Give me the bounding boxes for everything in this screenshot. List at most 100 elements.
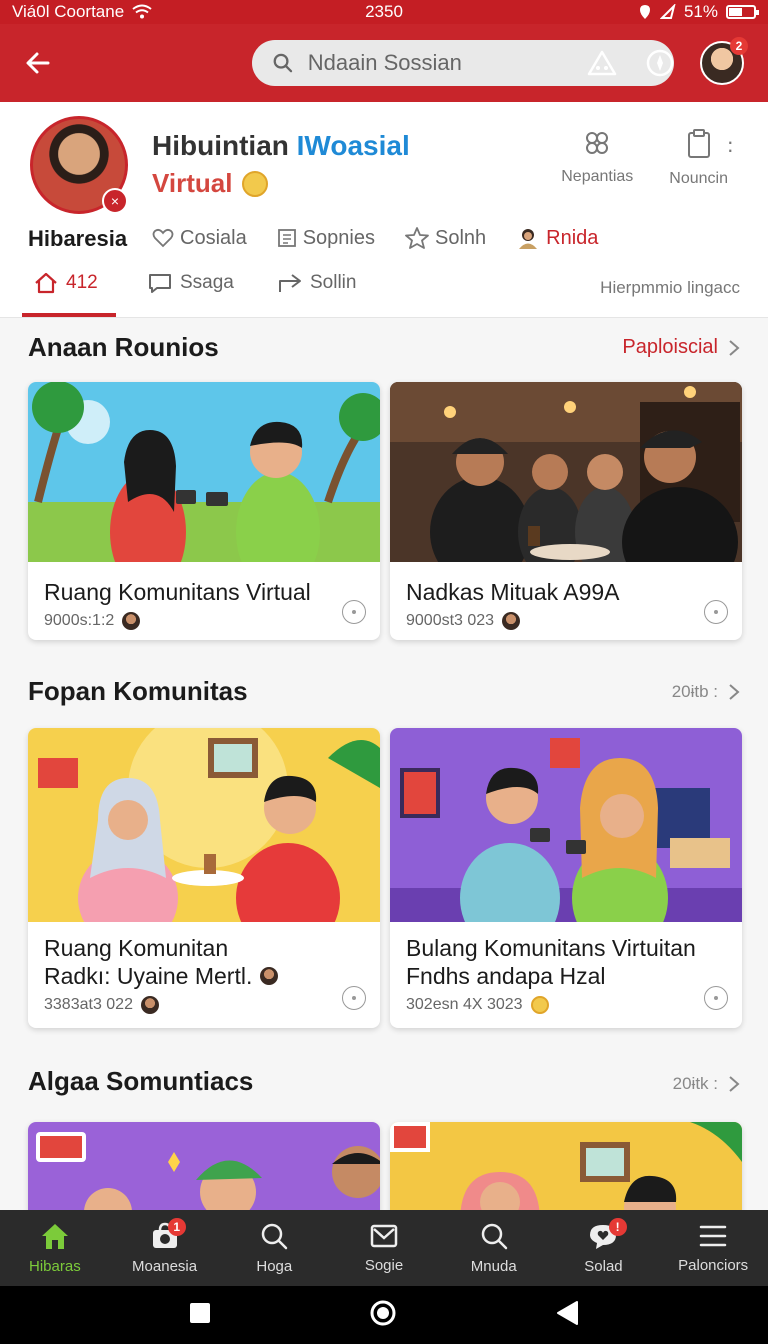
nouncin-label: Nouncin (669, 170, 728, 187)
chevron-right-icon (729, 684, 740, 700)
card-image (28, 382, 380, 562)
nav-label: Palonciors (678, 1256, 749, 1274)
avatar (122, 612, 141, 630)
mail-icon (370, 1224, 398, 1247)
chip-label: Solnh (434, 226, 487, 249)
carrier-name: Viá0l Coortane (12, 2, 125, 21)
section-link[interactable]: 20ɨtk : (673, 1074, 740, 1094)
card-action-button[interactable] (704, 600, 728, 624)
nav-moanesia[interactable]: 1 Moanesia (110, 1210, 220, 1286)
profile-header: × Hibuintian IWoasial Virtual Nepantias … (0, 102, 768, 318)
signal-icon (659, 4, 676, 19)
card-meta: 9000s:1:2 (28, 612, 380, 630)
community-card[interactable] (28, 1122, 380, 1222)
nav-label: Mnuda (470, 1257, 517, 1275)
card-action-button[interactable] (704, 986, 728, 1010)
card-meta-text: 9000st3 023 (406, 612, 495, 629)
chip-sopnies[interactable]: Sopnies (277, 226, 375, 250)
section-link-label: 20ɨtk : (672, 1074, 718, 1093)
profile-name: Hibaresia (28, 226, 128, 251)
community-card[interactable]: Bulang Komunitans Virtuitan Fndhs andapa… (390, 728, 742, 1028)
nav-label: Moanesia (132, 1257, 198, 1275)
nav-hoga[interactable]: Hoga (219, 1210, 329, 1286)
nav-label: Sogie (364, 1256, 404, 1274)
community-card[interactable]: Nadkas Mituak A99A 9000st3 023 (390, 382, 742, 640)
close-icon: × (110, 193, 120, 209)
tab-label: Ssaga (180, 272, 234, 293)
home-icon (35, 272, 57, 294)
nepantias-button[interactable]: Nepantias (561, 128, 633, 188)
status-bar: Viá0l Coortane 2350 51% (0, 0, 768, 24)
card-action-button[interactable] (342, 986, 366, 1010)
system-back-button[interactable] (555, 1300, 579, 1331)
nav-sogie[interactable]: Sogie (329, 1210, 439, 1286)
nav-home[interactable]: Hibaras (0, 1210, 110, 1286)
notification-badge: 2 (730, 37, 748, 55)
active-tab-indicator (22, 313, 116, 317)
card-meta-text: 3383at3 022 (44, 996, 133, 1013)
search-icon (481, 1223, 507, 1249)
profile-chips: Cosiala Sopnies Solnh Rnida (152, 226, 598, 250)
tab-home[interactable]: 412 (34, 272, 98, 294)
community-card[interactable]: Ruang Komunitans Virtual 9000s:1:2 (28, 382, 380, 640)
community-card[interactable]: Ruang Komunitan Radkı: Uyaine Mertl. 338… (28, 728, 380, 1028)
tab-right-link[interactable]: Hierpmmio lingacc (600, 278, 740, 298)
chat-icon (149, 274, 171, 293)
card-title: Ruang Komunitan Radkı: Uyaine Mertl. (28, 934, 380, 990)
remove-avatar-button[interactable]: × (102, 188, 128, 214)
back-button[interactable] (20, 45, 56, 81)
chip-label: Cosiala (180, 226, 247, 249)
chip-cosiala[interactable]: Cosiala (152, 226, 247, 250)
nav-badge: 1 (167, 1218, 186, 1236)
user-avatar[interactable]: 2 (700, 37, 748, 85)
section-title: Anaan Rounios (28, 332, 219, 362)
card-title-line: Bulang Komunitans Virtuitan (406, 935, 696, 961)
recents-button[interactable] (189, 1302, 211, 1329)
tab-sollin[interactable]: Sollin (278, 272, 356, 294)
card-title-line: Radkı: Uyaine Mertl. (44, 963, 253, 989)
card-image (390, 728, 742, 922)
wifi-icon (132, 4, 152, 19)
carrier: Viá0l Coortane (12, 2, 152, 22)
nav-label: Hoga (256, 1257, 293, 1275)
card-title-line: Fndhs andapa Hzal (406, 963, 606, 989)
alert-button[interactable] (584, 45, 620, 81)
community-card[interactable] (390, 1122, 742, 1222)
more-options-button[interactable]: · · (727, 131, 734, 161)
nav-palonciors[interactable]: Palonciors (658, 1210, 768, 1286)
arrow-left-icon (26, 52, 50, 74)
card-image (28, 728, 380, 922)
system-nav-bar (0, 1286, 768, 1344)
chip-rnida[interactable]: Rnida (516, 226, 598, 250)
tab-label: 412 (66, 272, 98, 293)
card-action-button[interactable] (342, 600, 366, 624)
heart-icon (152, 228, 174, 248)
nav-mnuda[interactable]: Mnuda (439, 1210, 549, 1286)
location-icon (639, 5, 650, 19)
section-link[interactable]: Paploiscial (622, 336, 740, 359)
chip-solnh[interactable]: Solnh (405, 226, 486, 250)
comment-icon (714, 996, 718, 1000)
card-image (390, 382, 742, 562)
card-title: Bulang Komunitans Virtuitan Fndhs andapa… (390, 934, 742, 990)
nepantias-label: Nepantias (561, 168, 634, 185)
nouncin-button[interactable]: Nouncin (669, 128, 728, 188)
chip-label: Rnida (546, 226, 599, 249)
tab-ssaga[interactable]: Ssaga (148, 272, 234, 294)
more-vertical-icon: · · (726, 129, 734, 162)
compass-button[interactable] (642, 45, 678, 81)
bottom-nav: Hibaras 1 Moanesia Hoga Sogie Mnuda ! So… (0, 1210, 768, 1286)
battery-percent: 51% (683, 2, 718, 21)
comment-icon (352, 996, 356, 1000)
system-home-button[interactable] (369, 1299, 397, 1332)
circle-icon (370, 1300, 396, 1325)
profile-title-accent: IWoasial (296, 130, 410, 161)
section-link[interactable]: 20ɨtb : (672, 682, 740, 702)
search-icon (262, 1223, 288, 1249)
profile-subtitle: Virtual (152, 168, 269, 199)
compass-icon (646, 49, 674, 77)
nav-solad[interactable]: ! Solad (549, 1210, 659, 1286)
profile-title-main: Hibuintian (152, 130, 289, 161)
square-icon (190, 1302, 210, 1323)
avatar (140, 996, 159, 1014)
